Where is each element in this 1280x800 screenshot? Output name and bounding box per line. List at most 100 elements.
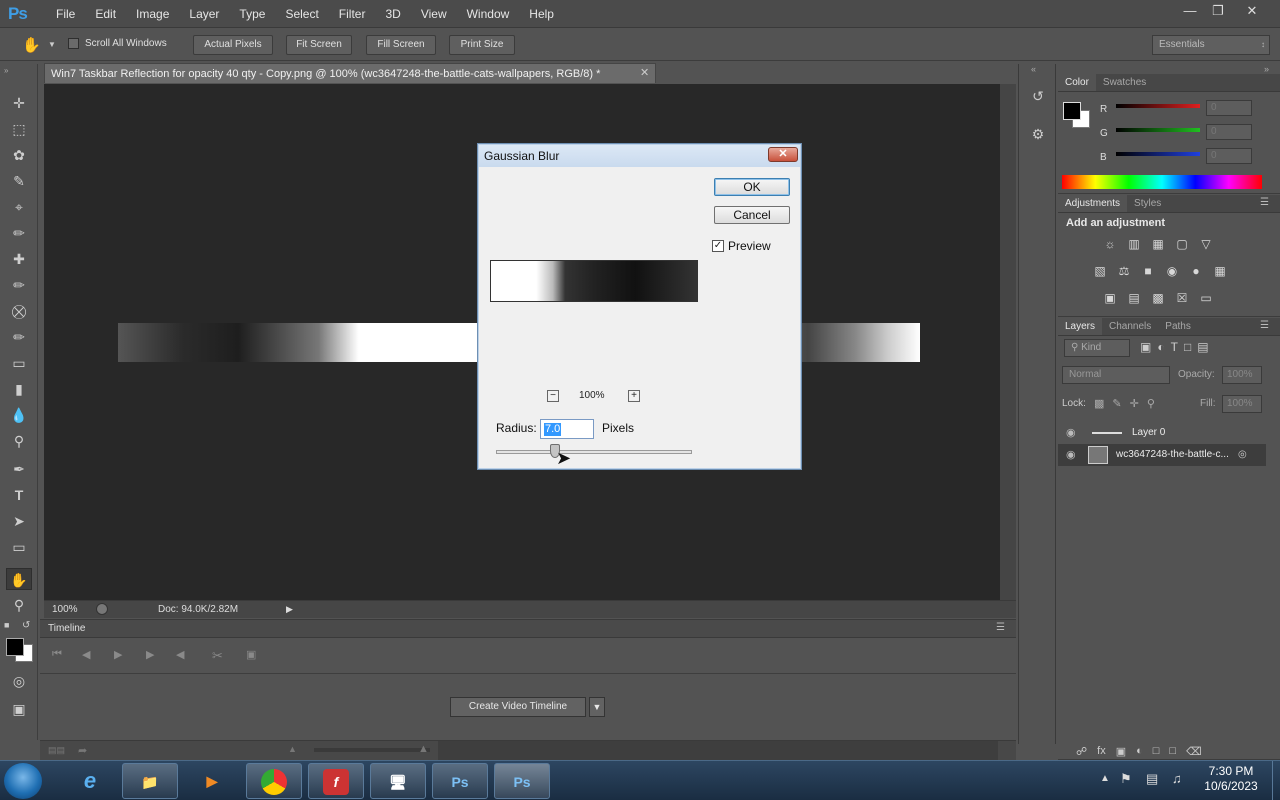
panel-menu-icon[interactable]: ☰ xyxy=(1260,320,1269,331)
move-tool-icon[interactable]: ✛ xyxy=(6,92,32,114)
link-layers-icon[interactable]: ☍ xyxy=(1076,745,1087,758)
lasso-tool-icon[interactable]: ✿ xyxy=(6,144,32,166)
invert-icon[interactable]: ▣ xyxy=(1100,290,1120,306)
audio-icon[interactable]: ◀ xyxy=(176,648,184,661)
tab-adjustments[interactable]: Adjustments xyxy=(1058,195,1128,212)
zoom-in-button[interactable]: + xyxy=(628,390,640,402)
photo-filter-icon[interactable]: ◉ xyxy=(1162,263,1182,279)
print-size-button[interactable]: Print Size xyxy=(449,35,515,55)
ok-button[interactable]: OK xyxy=(714,178,790,196)
tab-styles[interactable]: Styles xyxy=(1127,195,1168,212)
menu-edit[interactable]: Edit xyxy=(85,0,126,28)
flash-icon[interactable]: f xyxy=(308,763,364,799)
quick-mask-icon[interactable]: ◎ xyxy=(6,670,32,692)
properties-panel-icon[interactable]: ⚙ xyxy=(1027,126,1049,148)
document-tab[interactable]: Win7 Taskbar Reflection for opacity 40 q… xyxy=(44,63,656,83)
tab-layers[interactable]: Layers xyxy=(1058,318,1103,335)
create-video-timeline-button[interactable]: Create Video Timeline xyxy=(450,697,586,717)
channel-r-value[interactable]: 0 xyxy=(1206,100,1252,116)
network-app-icon[interactable]: 🖥 xyxy=(370,763,426,799)
menu-type[interactable]: Type xyxy=(229,0,275,28)
menu-view[interactable]: View xyxy=(411,0,457,28)
threshold-icon[interactable]: ▩ xyxy=(1148,290,1168,306)
transition-icon[interactable]: ▣ xyxy=(246,648,256,661)
hand-tool-preset-icon[interactable]: ✋ xyxy=(22,36,41,54)
next-frame-icon[interactable]: ▶ xyxy=(146,648,154,661)
zoom-tool-icon[interactable]: ⚲ xyxy=(6,594,32,616)
layer-row-selected[interactable]: ◉ wc3647248-the-battle-c... ◎ xyxy=(1058,444,1266,466)
volume-icon[interactable]: ♫ xyxy=(1172,771,1182,786)
clone-stamp-tool-icon[interactable]: ⛒ xyxy=(6,300,32,322)
posterize-icon[interactable]: ▤ xyxy=(1124,290,1144,306)
restore-button[interactable]: ❐ xyxy=(1204,2,1232,20)
foreground-color-swatch[interactable] xyxy=(6,638,24,656)
menu-3d[interactable]: 3D xyxy=(375,0,410,28)
zoom-in-mountain-icon[interactable]: ▲ xyxy=(418,743,429,755)
menu-window[interactable]: Window xyxy=(457,0,520,28)
menu-help[interactable]: Help xyxy=(519,0,564,28)
fill-input[interactable]: 100% xyxy=(1222,395,1262,413)
type-filter-icon[interactable]: T xyxy=(1171,340,1178,354)
history-panel-icon[interactable]: ↺ xyxy=(1027,88,1049,110)
collapse-dock-icon[interactable]: « xyxy=(1031,64,1036,74)
delete-layer-icon[interactable]: ⌫ xyxy=(1186,745,1202,758)
status-icon[interactable] xyxy=(96,603,108,615)
menu-filter[interactable]: Filter xyxy=(329,0,376,28)
preview-checkbox[interactable]: ✓ xyxy=(712,240,724,252)
color-spectrum-bar[interactable] xyxy=(1062,175,1262,189)
chrome-icon[interactable] xyxy=(246,763,302,799)
zoom-out-button[interactable]: − xyxy=(547,390,559,402)
previous-frame-icon[interactable]: ◀ xyxy=(82,648,90,661)
channel-g-slider[interactable] xyxy=(1116,128,1200,132)
history-brush-tool-icon[interactable]: ✏ xyxy=(6,326,32,348)
network-tray-icon[interactable]: ▤ xyxy=(1146,771,1158,787)
layer-row[interactable]: ◉ Layer 0 xyxy=(1058,422,1266,444)
photoshop-taskbar-icon-2[interactable]: Ps xyxy=(494,763,550,799)
type-tool-icon[interactable]: T xyxy=(6,484,32,506)
add-mask-icon[interactable]: ▣ xyxy=(1116,745,1126,758)
eraser-tool-icon[interactable]: ▭ xyxy=(6,352,32,374)
timeline-scrollbar[interactable] xyxy=(438,741,998,761)
show-hidden-icons[interactable]: ▲ xyxy=(1100,773,1110,784)
radius-input[interactable]: 7.0 xyxy=(540,419,594,439)
layer-filter-kind[interactable]: ⚲ Kind xyxy=(1064,339,1130,357)
minimize-button[interactable]: — xyxy=(1176,2,1204,20)
show-desktop-button[interactable] xyxy=(1272,761,1280,800)
tab-swatches[interactable]: Swatches xyxy=(1096,74,1153,91)
dodge-tool-icon[interactable]: ⚲ xyxy=(6,430,32,452)
black-white-icon[interactable]: ■ xyxy=(1138,263,1158,279)
pixel-filter-icon[interactable]: ▣ xyxy=(1140,340,1151,354)
lock-pixels-icon[interactable]: ✎ xyxy=(1112,397,1121,410)
exposure-icon[interactable]: ▢ xyxy=(1172,236,1192,252)
hue-saturation-icon[interactable]: ▧ xyxy=(1090,263,1110,279)
file-explorer-icon[interactable]: 📁 xyxy=(122,763,178,799)
foreground-color-chip[interactable] xyxy=(1063,102,1081,120)
collapse-panels-icon[interactable]: » xyxy=(1264,64,1269,74)
frame-animation-icon[interactable]: ▤▤ xyxy=(48,745,65,756)
photoshop-taskbar-icon-1[interactable]: Ps xyxy=(432,763,488,799)
panel-menu-icon[interactable]: ☰ xyxy=(1260,197,1269,208)
eye-visibility-icon[interactable]: ◉ xyxy=(1066,422,1076,444)
action-center-icon[interactable]: ⚑ xyxy=(1120,771,1132,787)
new-group-icon[interactable]: □ xyxy=(1153,745,1160,757)
channel-b-slider[interactable] xyxy=(1116,152,1200,156)
menu-select[interactable]: Select xyxy=(275,0,328,28)
zoom-level[interactable]: 100% xyxy=(52,604,78,615)
smart-object-filter-icon[interactable]: ▤ xyxy=(1197,340,1208,354)
layer-style-fx-icon[interactable]: fx xyxy=(1097,745,1106,757)
panel-menu-icon[interactable]: ☰ xyxy=(996,622,1005,633)
opacity-input[interactable]: 100% xyxy=(1222,366,1262,384)
brightness-contrast-icon[interactable]: ☼ xyxy=(1100,236,1120,252)
close-document-icon[interactable]: ✕ xyxy=(640,66,649,79)
start-button[interactable] xyxy=(4,763,42,799)
gradient-map-icon[interactable]: ▭ xyxy=(1196,290,1216,306)
timeline-type-dropdown[interactable]: ▼ xyxy=(589,697,605,717)
vertical-scrollbar[interactable] xyxy=(1000,84,1016,604)
menu-image[interactable]: Image xyxy=(126,0,179,28)
tray-clock[interactable]: 7:30 PM 10/6/2023 xyxy=(1198,764,1264,794)
hand-tool-icon[interactable]: ✋ xyxy=(6,568,32,590)
path-selection-tool-icon[interactable]: ➤ xyxy=(6,510,32,532)
radius-slider-track[interactable] xyxy=(496,450,692,454)
menu-file[interactable]: File xyxy=(46,0,85,28)
split-scissors-icon[interactable]: ✂ xyxy=(212,648,223,664)
